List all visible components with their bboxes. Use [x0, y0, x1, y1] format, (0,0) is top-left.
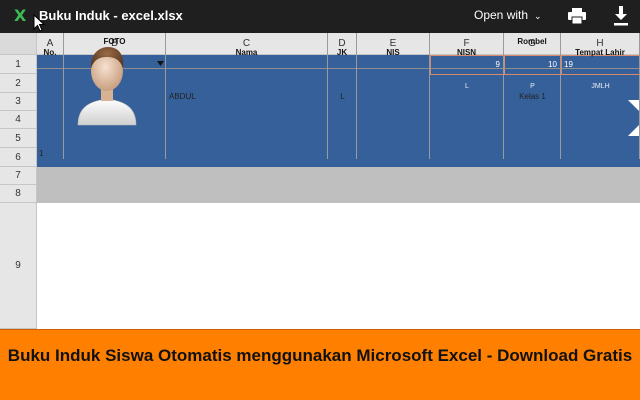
print-icon[interactable] — [568, 8, 586, 24]
select-all-corner[interactable] — [0, 33, 37, 55]
cell-foto[interactable] — [64, 33, 166, 159]
spreadsheet-grid[interactable]: A B C D E F G H 1 2 3 4 5 6 7 8 9 9 10 1… — [0, 33, 640, 329]
excel-icon: X — [14, 6, 27, 25]
row-header-4[interactable]: 4 — [0, 111, 37, 129]
chevron-down-icon: ⌄ — [534, 11, 542, 21]
open-with-button[interactable]: Open with ⌄ — [474, 8, 542, 22]
row-header-6[interactable]: 6 — [0, 148, 37, 167]
cell-rombel[interactable]: Kelas 1 — [504, 33, 561, 159]
cell-nis[interactable] — [357, 33, 430, 159]
caption-banner: Buku Induk Siswa Otomatis menggunakan Mi… — [0, 329, 640, 400]
cell-jk[interactable]: L — [328, 33, 357, 159]
viewer-toolbar: X Buku Induk - excel.xlsx Open with ⌄ — [0, 0, 640, 33]
cell-tempat-lahir[interactable] — [561, 33, 640, 159]
cell-nama[interactable]: ABDUL — [166, 33, 328, 159]
row-header-5[interactable]: 5 — [0, 129, 37, 148]
row-header-1[interactable]: 1 — [0, 55, 37, 74]
row-header-8[interactable]: 8 — [0, 185, 37, 203]
cell-no[interactable]: 1 — [37, 33, 64, 159]
row-header-2[interactable]: 2 — [0, 74, 37, 93]
caption-text: Buku Induk Siswa Otomatis menggunakan Mi… — [7, 346, 633, 365]
cell-nisn[interactable] — [430, 33, 504, 159]
download-icon[interactable] — [612, 6, 630, 26]
mouse-cursor-icon — [33, 14, 45, 32]
profile-photo-placeholder[interactable] — [76, 41, 138, 127]
row-header-3[interactable]: 3 — [0, 93, 37, 111]
open-with-label: Open with — [474, 8, 529, 22]
document-title: Buku Induk - excel.xlsx — [39, 8, 183, 23]
table-row — [37, 203, 640, 329]
row-header-9[interactable]: 9 — [0, 203, 37, 329]
table-header-row — [37, 167, 640, 203]
row-header-7[interactable]: 7 — [0, 167, 37, 185]
